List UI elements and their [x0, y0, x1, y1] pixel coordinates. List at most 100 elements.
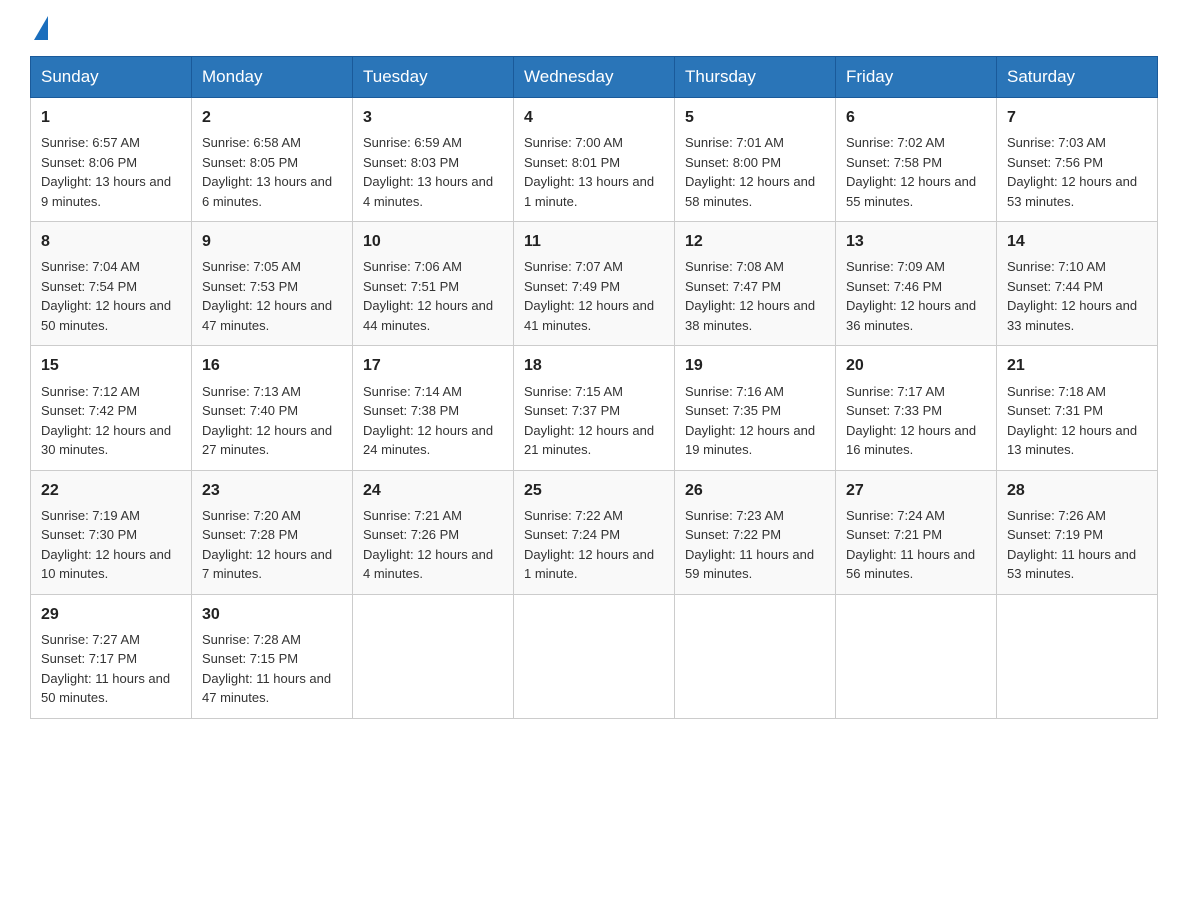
- calendar-cell: 1 Sunrise: 6:57 AMSunset: 8:06 PMDaylight…: [31, 98, 192, 222]
- day-info: Sunrise: 7:01 AMSunset: 8:00 PMDaylight:…: [685, 133, 825, 211]
- calendar-cell: [353, 594, 514, 718]
- day-number: 16: [202, 354, 342, 377]
- calendar-cell: 28 Sunrise: 7:26 AMSunset: 7:19 PMDayligh…: [997, 470, 1158, 594]
- day-info: Sunrise: 7:04 AMSunset: 7:54 PMDaylight:…: [41, 257, 181, 335]
- day-info: Sunrise: 7:05 AMSunset: 7:53 PMDaylight:…: [202, 257, 342, 335]
- page-header: [30, 20, 1158, 36]
- day-number: 14: [1007, 230, 1147, 253]
- day-number: 26: [685, 479, 825, 502]
- header-sunday: Sunday: [31, 57, 192, 98]
- day-info: Sunrise: 7:12 AMSunset: 7:42 PMDaylight:…: [41, 382, 181, 460]
- day-number: 30: [202, 603, 342, 626]
- week-row-4: 22 Sunrise: 7:19 AMSunset: 7:30 PMDayligh…: [31, 470, 1158, 594]
- day-info: Sunrise: 7:14 AMSunset: 7:38 PMDaylight:…: [363, 382, 503, 460]
- day-number: 12: [685, 230, 825, 253]
- calendar-cell: 17 Sunrise: 7:14 AMSunset: 7:38 PMDayligh…: [353, 346, 514, 470]
- day-info: Sunrise: 7:22 AMSunset: 7:24 PMDaylight:…: [524, 506, 664, 584]
- day-number: 18: [524, 354, 664, 377]
- calendar-cell: 24 Sunrise: 7:21 AMSunset: 7:26 PMDayligh…: [353, 470, 514, 594]
- calendar-cell: 26 Sunrise: 7:23 AMSunset: 7:22 PMDayligh…: [675, 470, 836, 594]
- day-number: 9: [202, 230, 342, 253]
- header-tuesday: Tuesday: [353, 57, 514, 98]
- calendar-cell: 19Sunrise: 7:16 AMSunset: 7:35 PMDayligh…: [675, 346, 836, 470]
- day-number: 29: [41, 603, 181, 626]
- header-monday: Monday: [192, 57, 353, 98]
- calendar-cell: 18 Sunrise: 7:15 AMSunset: 7:37 PMDayligh…: [514, 346, 675, 470]
- day-info: Sunrise: 6:57 AMSunset: 8:06 PMDaylight:…: [41, 133, 181, 211]
- day-number: 1: [41, 106, 181, 129]
- calendar-cell: 11 Sunrise: 7:07 AMSunset: 7:49 PMDayligh…: [514, 222, 675, 346]
- day-info: Sunrise: 7:03 AMSunset: 7:56 PMDaylight:…: [1007, 133, 1147, 211]
- day-number: 24: [363, 479, 503, 502]
- day-info: Sunrise: 6:58 AMSunset: 8:05 PMDaylight:…: [202, 133, 342, 211]
- day-number: 10: [363, 230, 503, 253]
- calendar-cell: 12Sunrise: 7:08 AMSunset: 7:47 PMDayligh…: [675, 222, 836, 346]
- day-info: Sunrise: 7:07 AMSunset: 7:49 PMDaylight:…: [524, 257, 664, 335]
- calendar-cell: 3Sunrise: 6:59 AMSunset: 8:03 PMDaylight…: [353, 98, 514, 222]
- week-row-1: 1 Sunrise: 6:57 AMSunset: 8:06 PMDaylight…: [31, 98, 1158, 222]
- header-saturday: Saturday: [997, 57, 1158, 98]
- day-info: Sunrise: 7:21 AMSunset: 7:26 PMDaylight:…: [363, 506, 503, 584]
- calendar-cell: 5 Sunrise: 7:01 AMSunset: 8:00 PMDaylight…: [675, 98, 836, 222]
- calendar-cell: 2 Sunrise: 6:58 AMSunset: 8:05 PMDaylight…: [192, 98, 353, 222]
- day-number: 27: [846, 479, 986, 502]
- day-info: Sunrise: 7:20 AMSunset: 7:28 PMDaylight:…: [202, 506, 342, 584]
- day-number: 11: [524, 230, 664, 253]
- calendar-cell: 29 Sunrise: 7:27 AMSunset: 7:17 PMDayligh…: [31, 594, 192, 718]
- weekday-header-row: SundayMondayTuesdayWednesdayThursdayFrid…: [31, 57, 1158, 98]
- day-info: Sunrise: 7:17 AMSunset: 7:33 PMDaylight:…: [846, 382, 986, 460]
- week-row-2: 8 Sunrise: 7:04 AMSunset: 7:54 PMDaylight…: [31, 222, 1158, 346]
- calendar-cell: 16Sunrise: 7:13 AMSunset: 7:40 PMDayligh…: [192, 346, 353, 470]
- day-number: 17: [363, 354, 503, 377]
- day-info: Sunrise: 7:27 AMSunset: 7:17 PMDaylight:…: [41, 630, 181, 708]
- header-wednesday: Wednesday: [514, 57, 675, 98]
- day-info: Sunrise: 7:10 AMSunset: 7:44 PMDaylight:…: [1007, 257, 1147, 335]
- calendar-cell: 23 Sunrise: 7:20 AMSunset: 7:28 PMDayligh…: [192, 470, 353, 594]
- day-number: 25: [524, 479, 664, 502]
- calendar-cell: 25 Sunrise: 7:22 AMSunset: 7:24 PMDayligh…: [514, 470, 675, 594]
- day-number: 7: [1007, 106, 1147, 129]
- day-info: Sunrise: 7:00 AMSunset: 8:01 PMDaylight:…: [524, 133, 664, 211]
- day-info: Sunrise: 7:18 AMSunset: 7:31 PMDaylight:…: [1007, 382, 1147, 460]
- day-number: 28: [1007, 479, 1147, 502]
- header-thursday: Thursday: [675, 57, 836, 98]
- day-info: Sunrise: 7:23 AMSunset: 7:22 PMDaylight:…: [685, 506, 825, 584]
- logo: [30, 20, 48, 36]
- calendar-cell: 10 Sunrise: 7:06 AMSunset: 7:51 PMDayligh…: [353, 222, 514, 346]
- calendar-cell: 8 Sunrise: 7:04 AMSunset: 7:54 PMDaylight…: [31, 222, 192, 346]
- day-number: 22: [41, 479, 181, 502]
- calendar-cell: 7 Sunrise: 7:03 AMSunset: 7:56 PMDaylight…: [997, 98, 1158, 222]
- day-info: Sunrise: 7:26 AMSunset: 7:19 PMDaylight:…: [1007, 506, 1147, 584]
- calendar-cell: 21 Sunrise: 7:18 AMSunset: 7:31 PMDayligh…: [997, 346, 1158, 470]
- calendar-cell: 4 Sunrise: 7:00 AMSunset: 8:01 PMDaylight…: [514, 98, 675, 222]
- day-number: 20: [846, 354, 986, 377]
- day-info: Sunrise: 7:24 AMSunset: 7:21 PMDaylight:…: [846, 506, 986, 584]
- day-number: 15: [41, 354, 181, 377]
- day-number: 5: [685, 106, 825, 129]
- day-number: 4: [524, 106, 664, 129]
- calendar-cell: 14 Sunrise: 7:10 AMSunset: 7:44 PMDayligh…: [997, 222, 1158, 346]
- calendar-cell: [514, 594, 675, 718]
- day-info: Sunrise: 7:19 AMSunset: 7:30 PMDaylight:…: [41, 506, 181, 584]
- day-number: 21: [1007, 354, 1147, 377]
- day-number: 13: [846, 230, 986, 253]
- day-number: 23: [202, 479, 342, 502]
- calendar-cell: 20 Sunrise: 7:17 AMSunset: 7:33 PMDayligh…: [836, 346, 997, 470]
- week-row-3: 15 Sunrise: 7:12 AMSunset: 7:42 PMDayligh…: [31, 346, 1158, 470]
- calendar-cell: 15 Sunrise: 7:12 AMSunset: 7:42 PMDayligh…: [31, 346, 192, 470]
- day-info: Sunrise: 7:15 AMSunset: 7:37 PMDaylight:…: [524, 382, 664, 460]
- day-info: Sunrise: 7:16 AMSunset: 7:35 PMDaylight:…: [685, 382, 825, 460]
- calendar-cell: 27 Sunrise: 7:24 AMSunset: 7:21 PMDayligh…: [836, 470, 997, 594]
- day-info: Sunrise: 7:02 AMSunset: 7:58 PMDaylight:…: [846, 133, 986, 211]
- calendar-cell: [675, 594, 836, 718]
- header-friday: Friday: [836, 57, 997, 98]
- day-info: Sunrise: 6:59 AMSunset: 8:03 PMDaylight:…: [363, 133, 503, 211]
- day-number: 8: [41, 230, 181, 253]
- day-info: Sunrise: 7:06 AMSunset: 7:51 PMDaylight:…: [363, 257, 503, 335]
- calendar-cell: 6Sunrise: 7:02 AMSunset: 7:58 PMDaylight…: [836, 98, 997, 222]
- day-info: Sunrise: 7:09 AMSunset: 7:46 PMDaylight:…: [846, 257, 986, 335]
- calendar-cell: [836, 594, 997, 718]
- day-number: 2: [202, 106, 342, 129]
- calendar-cell: 9 Sunrise: 7:05 AMSunset: 7:53 PMDaylight…: [192, 222, 353, 346]
- calendar-table: SundayMondayTuesdayWednesdayThursdayFrid…: [30, 56, 1158, 719]
